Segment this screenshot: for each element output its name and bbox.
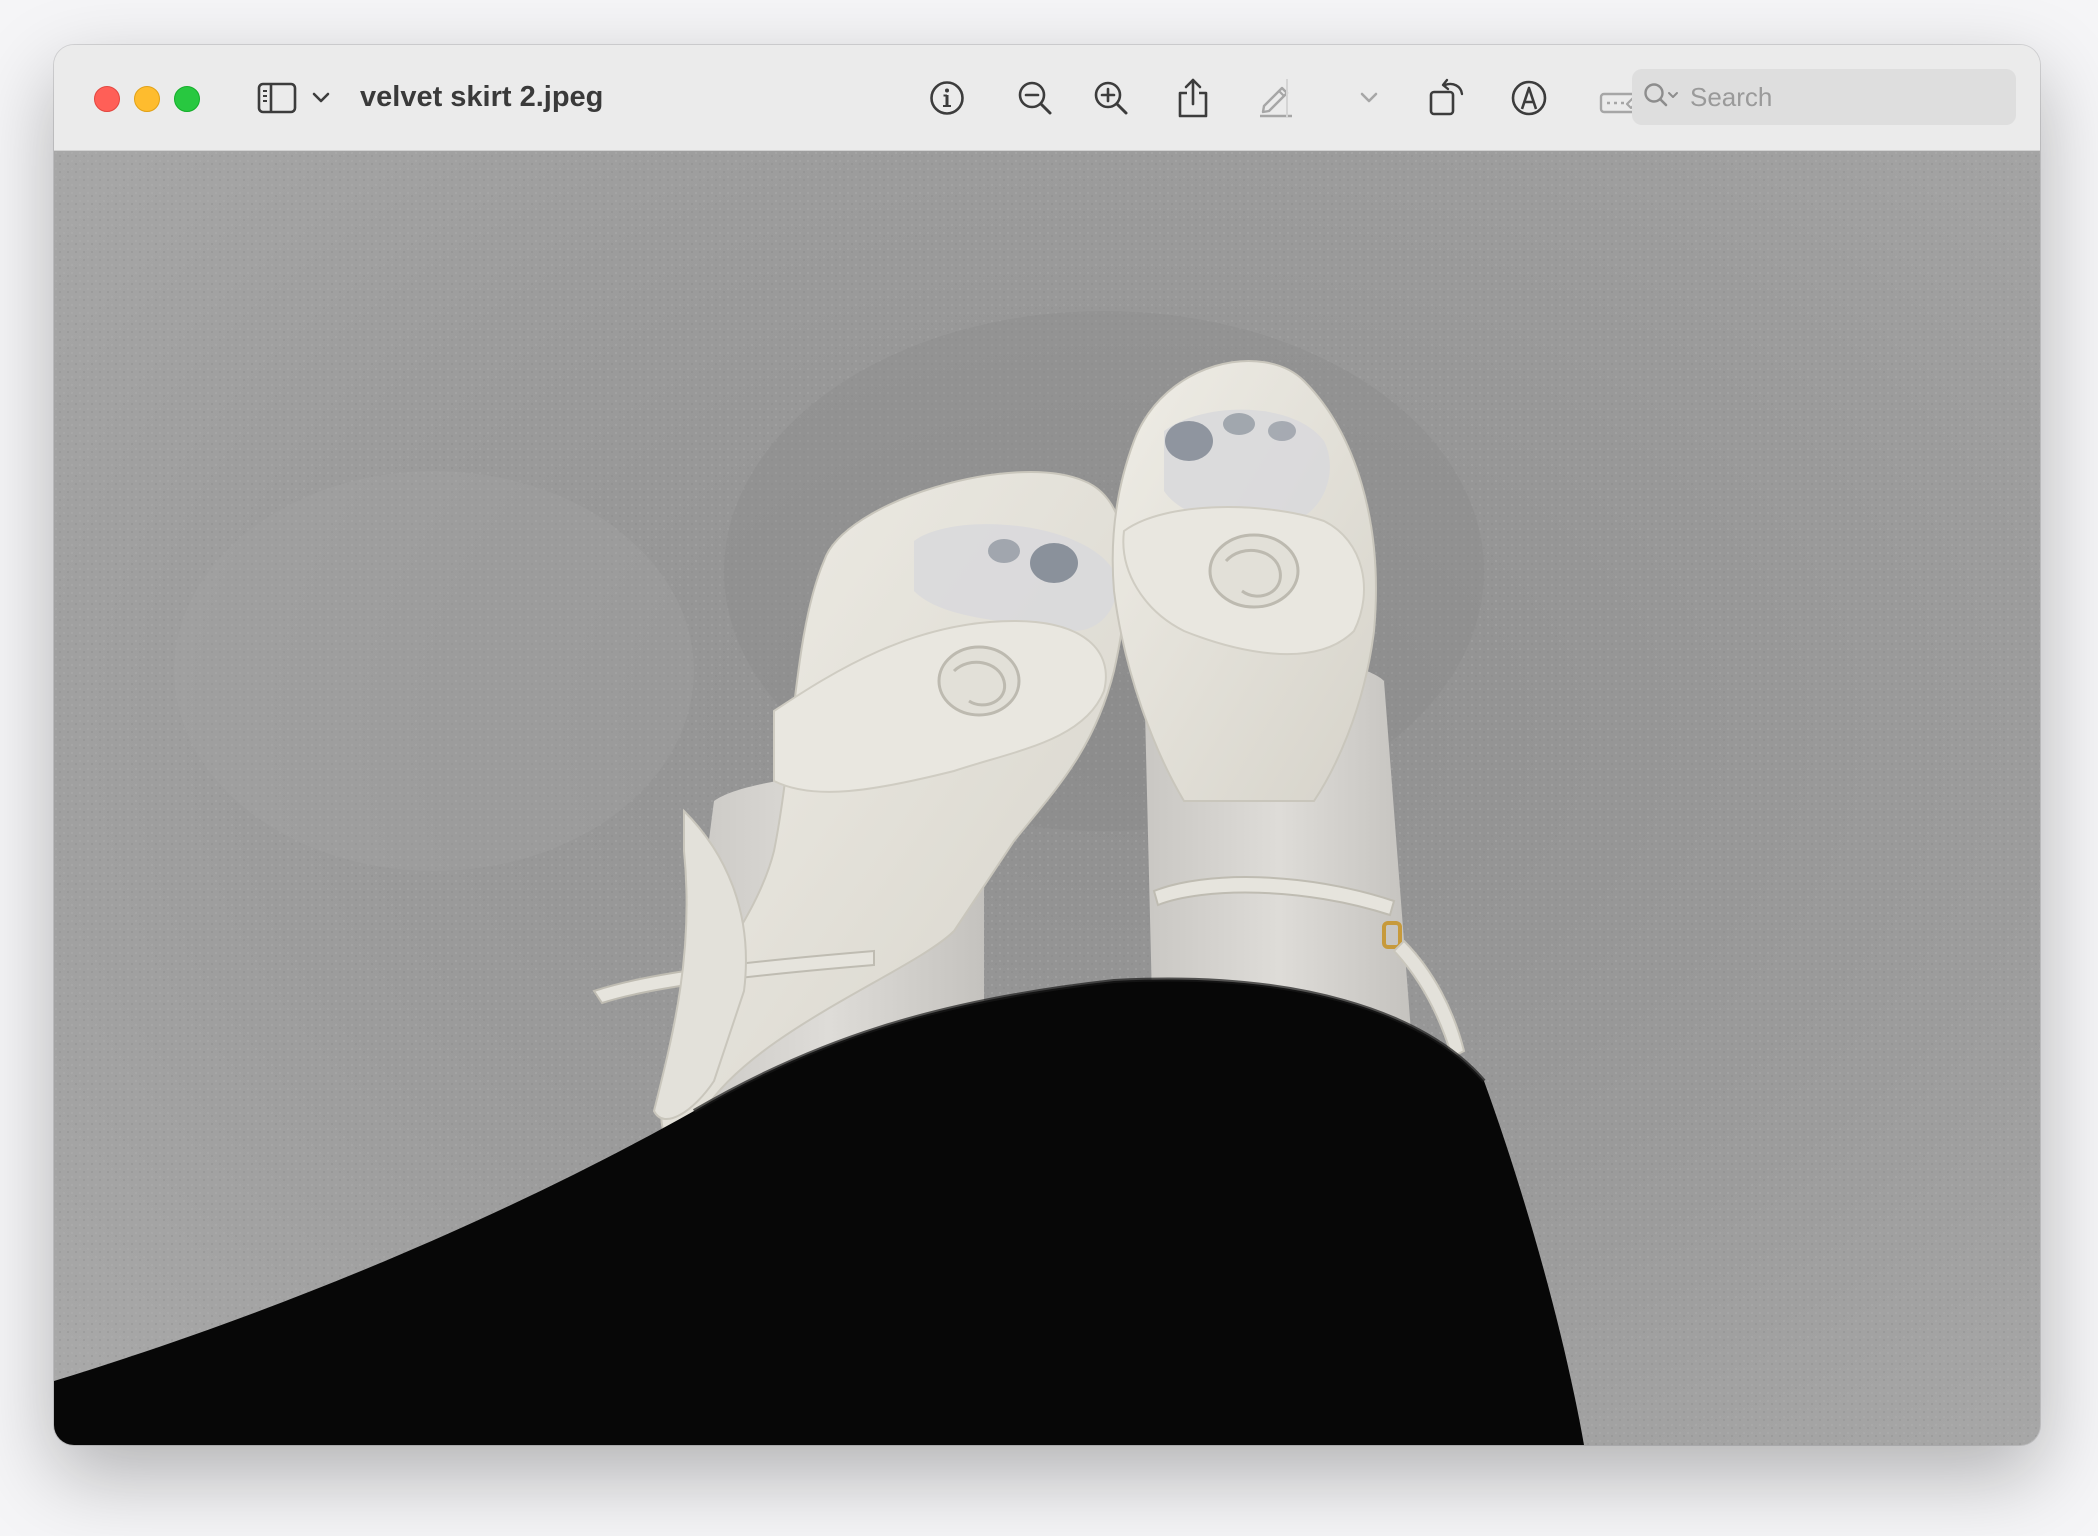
image-canvas[interactable] (54, 151, 2040, 1445)
search-icon (1642, 81, 1682, 116)
zoom-out-icon[interactable] (1012, 75, 1058, 121)
toolbar-divider (1286, 79, 1288, 117)
zoom-in-icon[interactable] (1088, 75, 1134, 121)
info-icon[interactable] (924, 75, 970, 121)
minimize-window-button[interactable] (134, 86, 160, 112)
chevron-down-icon[interactable] (306, 75, 336, 121)
photo-content (54, 151, 2040, 1445)
share-icon[interactable] (1170, 75, 1216, 121)
search-field[interactable] (1632, 69, 2016, 125)
rotate-icon[interactable] (1424, 75, 1470, 121)
chevron-down-icon[interactable] (1354, 75, 1384, 121)
titlebar: velvet skirt 2.jpeg (54, 45, 2040, 151)
preview-window: velvet skirt 2.jpeg (54, 45, 2040, 1445)
search-input[interactable] (1688, 80, 1992, 114)
markup-pen-circle-icon[interactable] (1506, 75, 1552, 121)
zoom-window-button[interactable] (174, 86, 200, 112)
close-window-button[interactable] (94, 86, 120, 112)
sidebar-icon[interactable] (254, 75, 300, 121)
pencil-icon[interactable] (1260, 75, 1316, 121)
window-title: velvet skirt 2.jpeg (360, 81, 604, 113)
